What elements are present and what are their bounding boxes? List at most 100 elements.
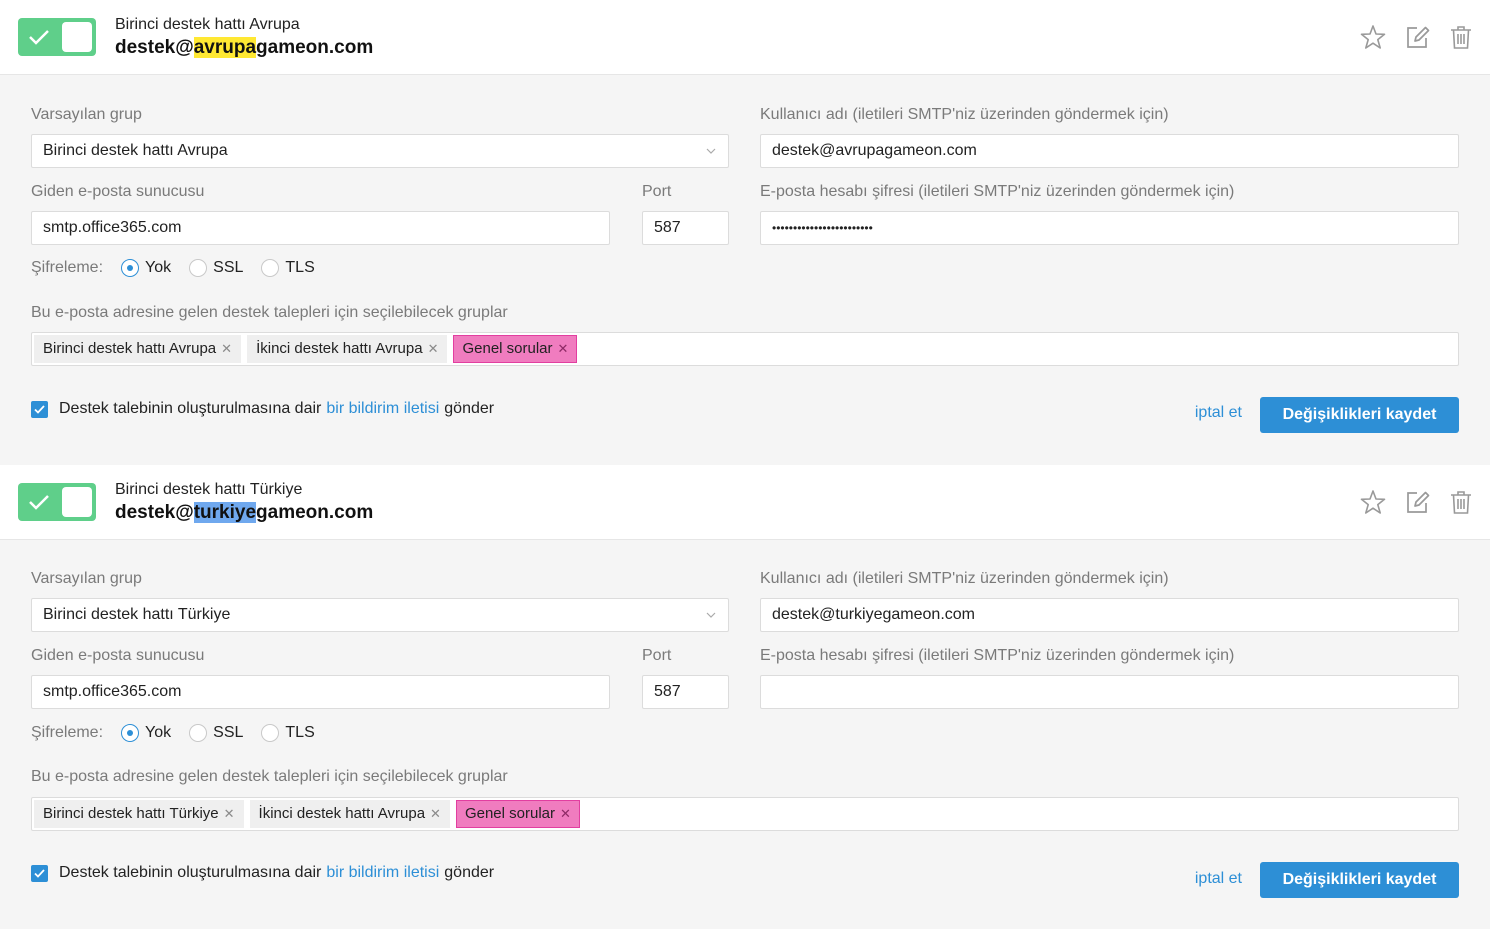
tag-label: Genel sorular <box>464 805 555 822</box>
notify-text-before: Destek talebinin oluşturulmasına dair <box>59 400 322 417</box>
close-icon[interactable]: ✕ <box>560 800 571 828</box>
smtp-server-field[interactable]: smtp.office365.com <box>31 211 610 245</box>
group-tag: Birinci destek hattı Avrupa ✕ <box>34 335 242 363</box>
default-group-value: Birinci destek hattı Avrupa <box>43 142 228 159</box>
tag-label: Birinci destek hattı Avrupa <box>43 340 217 357</box>
email-highlight: turkiye <box>193 502 257 523</box>
notify-checkbox[interactable] <box>31 864 48 882</box>
radio-circle <box>261 724 280 742</box>
encryption-radio-tls[interactable]: TLS <box>261 724 315 742</box>
trash-icon[interactable] <box>1448 489 1474 515</box>
account-enabled-toggle[interactable] <box>18 18 96 56</box>
account-settings-form: Varsayılan grup Birinci destek hattı Avr… <box>0 75 1490 465</box>
encryption-radio-ssl[interactable]: SSL <box>189 724 243 742</box>
cancel-button[interactable]: iptal et <box>1195 404 1242 422</box>
star-icon[interactable] <box>1360 489 1386 515</box>
close-icon[interactable]: ✕ <box>224 800 235 828</box>
close-icon[interactable]: ✕ <box>221 335 232 363</box>
trash-icon[interactable] <box>1448 24 1474 50</box>
email-prefix: destek@ <box>115 502 194 523</box>
encryption-options: Şifreleme: Yok SSL TLS <box>31 724 333 742</box>
save-button[interactable]: Değişiklikleri kaydet <box>1260 862 1459 898</box>
email-highlight: avrupa <box>193 37 257 58</box>
username-field[interactable]: destek@turkiyegameon.com <box>760 598 1459 632</box>
username-label: Kullanıcı adı (iletileri SMTP'niz üzerin… <box>760 570 1169 587</box>
username-label: Kullanıcı adı (iletileri SMTP'niz üzerin… <box>760 106 1169 123</box>
groups-label: Bu e-posta adresine gelen destek taleple… <box>31 768 508 785</box>
cancel-button[interactable]: iptal et <box>1195 870 1242 888</box>
radio-label: Yok <box>145 724 172 741</box>
encryption-radio-none[interactable]: Yok <box>121 724 171 742</box>
groups-label: Bu e-posta adresine gelen destek taleple… <box>31 304 508 321</box>
port-label: Port <box>642 647 672 664</box>
default-group-select[interactable]: Birinci destek hattı Avrupa <box>31 134 729 168</box>
radio-circle <box>121 259 140 277</box>
username-field[interactable]: destek@avrupagameon.com <box>760 134 1459 168</box>
groups-tag-input[interactable]: Birinci destek hattı Avrupa ✕ İkinci dest… <box>31 332 1459 366</box>
account-email: destek@turkiyegameon.com <box>115 502 373 524</box>
close-icon[interactable]: ✕ <box>430 800 441 828</box>
group-tag: Genel sorular ✕ <box>455 800 580 828</box>
password-field[interactable] <box>760 675 1459 709</box>
radio-circle <box>189 259 208 277</box>
edit-icon[interactable] <box>1404 24 1430 50</box>
smtp-server-label: Giden e-posta sunucusu <box>31 647 205 664</box>
radio-label: TLS <box>285 259 315 276</box>
email-prefix: destek@ <box>115 37 194 58</box>
encryption-options: Şifreleme: Yok SSL TLS <box>31 259 333 277</box>
group-tag: İkinci destek hattı Avrupa ✕ <box>247 335 448 363</box>
toggle-knob <box>62 487 92 517</box>
edit-icon[interactable] <box>1404 489 1430 515</box>
account-settings-form: Varsayılan grup Birinci destek hattı Tür… <box>0 540 1490 929</box>
account-header: Birinci destek hattı Avrupa destek@avrup… <box>0 0 1490 75</box>
star-icon[interactable] <box>1360 24 1386 50</box>
encryption-radio-none[interactable]: Yok <box>121 259 171 277</box>
tag-label: Genel sorular <box>462 340 553 357</box>
radio-label: SSL <box>213 259 244 276</box>
email-account-card: Birinci destek hattı Avrupa destek@avrup… <box>0 0 1490 465</box>
default-group-label: Varsayılan grup <box>31 570 142 587</box>
port-field[interactable]: 587 <box>642 211 729 245</box>
encryption-label: Şifreleme: <box>31 724 104 741</box>
save-button[interactable]: Değişiklikleri kaydet <box>1260 397 1459 433</box>
notify-link[interactable]: bir bildirim iletisi <box>326 400 439 418</box>
notify-text-after: gönder <box>444 400 495 417</box>
tag-label: İkinci destek hattı Avrupa <box>256 340 423 357</box>
default-group-label: Varsayılan grup <box>31 106 142 123</box>
radio-label: SSL <box>213 724 244 741</box>
account-email: destek@avrupagameon.com <box>115 37 373 59</box>
groups-tag-input[interactable]: Birinci destek hattı Türkiye ✕ İkinci des… <box>31 797 1459 831</box>
radio-circle <box>261 259 280 277</box>
account-actions <box>1360 489 1474 515</box>
toggle-knob <box>62 22 92 52</box>
notify-text-before: Destek talebinin oluşturulmasına dair <box>59 864 322 881</box>
check-icon <box>34 868 45 878</box>
chevron-down-icon <box>706 148 716 154</box>
group-tag: Genel sorular ✕ <box>453 335 578 363</box>
notify-checkbox[interactable] <box>31 400 48 418</box>
group-tag: Birinci destek hattı Türkiye ✕ <box>34 800 244 828</box>
account-enabled-toggle[interactable] <box>18 483 96 521</box>
notify-link[interactable]: bir bildirim iletisi <box>326 864 439 882</box>
account-actions <box>1360 24 1474 50</box>
radio-circle <box>121 724 140 742</box>
group-tag: İkinci destek hattı Avrupa ✕ <box>249 800 450 828</box>
default-group-select[interactable]: Birinci destek hattı Türkiye <box>31 598 729 632</box>
radio-label: TLS <box>285 724 315 741</box>
smtp-server-label: Giden e-posta sunucusu <box>31 183 205 200</box>
email-suffix: gameon.com <box>256 37 374 58</box>
smtp-server-field[interactable]: smtp.office365.com <box>31 675 610 709</box>
email-account-card: Birinci destek hattı Türkiye destek@turk… <box>0 465 1490 929</box>
encryption-radio-tls[interactable]: TLS <box>261 259 315 277</box>
tag-label: Birinci destek hattı Türkiye <box>43 805 219 822</box>
account-header: Birinci destek hattı Türkiye destek@turk… <box>0 465 1490 540</box>
port-field[interactable]: 587 <box>642 675 729 709</box>
default-group-value: Birinci destek hattı Türkiye <box>43 606 231 623</box>
password-label: E-posta hesabı şifresi (iletileri SMTP'n… <box>760 647 1235 664</box>
close-icon[interactable]: ✕ <box>428 335 439 363</box>
password-field[interactable]: •••••••••••••••••••••••• <box>760 211 1459 245</box>
encryption-label: Şifreleme: <box>31 259 104 276</box>
close-icon[interactable]: ✕ <box>558 335 569 363</box>
port-label: Port <box>642 183 672 200</box>
encryption-radio-ssl[interactable]: SSL <box>189 259 243 277</box>
